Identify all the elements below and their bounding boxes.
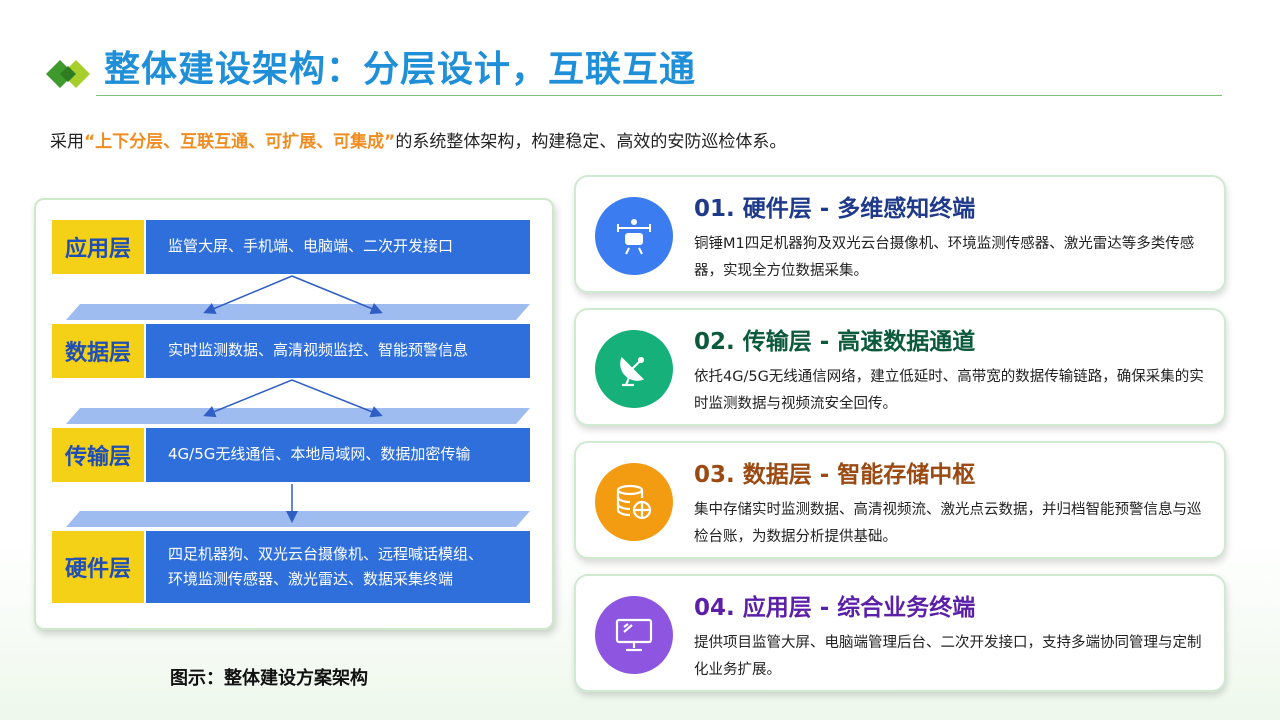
card-icon-circle (595, 197, 673, 275)
card-transport-layer: 02. 传输层 - 高速数据通道 依托4G/5G无线通信网络，建立低延时、高带宽… (574, 308, 1226, 426)
card-desc: 集中存储实时监测数据、高清视频流、激光点云数据，并归档智能预警信息与巡检台账，为… (694, 502, 1202, 545)
card-data-layer: 03. 数据层 - 智能存储中枢 集中存储实时监测数据、高清视频流、激光点云数据… (574, 441, 1226, 559)
card-title: 03. 数据层 - 智能存储中枢 (694, 462, 976, 488)
layer-desc: 监管大屏、手机端、电脑端、二次开发接口 (168, 237, 454, 256)
intro-text: 采用“上下分层、互联互通、可扩展、可集成”的系统整体架构，构建稳定、高效的安防巡… (50, 127, 786, 152)
layer-bar-hardware: 四足机器狗、双光云台摄像机、远程喊话模组、 环境监测传感器、激光雷达、数据采集终… (146, 531, 530, 603)
card-hardware-layer: 01. 硬件层 - 多维感知终端 铜锤M1四足机器狗及双光云台摄像机、环境监测传… (574, 175, 1226, 293)
layer-bar-transport: 4G/5G无线通信、本地局域网、数据加密传输 (146, 428, 530, 482)
page-title: 整体建设架构：分层设计，互联互通 (104, 49, 697, 90)
layer-name-transport: 传输层 (52, 428, 144, 482)
card-icon-circle (595, 463, 673, 541)
diagram-caption: 图示：整体建设方案架构 (170, 668, 368, 689)
layer-desc: 环境监测传感器、激光雷达、数据采集终端 (168, 570, 454, 588)
intro-prefix: 采用 (50, 132, 84, 152)
intro-highlight: “上下分层、互联互通、可扩展、可集成” (84, 132, 396, 152)
layer-name-application: 应用层 (52, 220, 144, 274)
monitor-icon (615, 618, 653, 652)
intro-suffix: 的系统整体架构，构建稳定、高效的安防巡检体系。 (395, 132, 787, 152)
card-desc: 依托4G/5G无线通信网络，建立低延时、高带宽的数据传输链路，确保采集的实时监测… (694, 369, 1204, 412)
sensor-icon (617, 219, 651, 255)
diamond-logo-icon (46, 60, 90, 88)
satellite-dish-icon (620, 356, 645, 387)
card-application-layer: 04. 应用层 - 综合业务终端 提供项目监管大屏、电脑端管理后台、二次开发接口… (574, 574, 1226, 692)
layer-bar-data: 实时监测数据、高清视频监控、智能预警信息 (146, 324, 530, 378)
layer-desc: 实时监测数据、高清视频监控、智能预警信息 (168, 341, 469, 360)
architecture-diagram: 应用层 监管大屏、手机端、电脑端、二次开发接口 数据层 实时监测数据、高清视频监… (34, 198, 554, 630)
database-icon (616, 484, 652, 520)
layer-desc: 四足机器狗、双光云台摄像机、远程喊话模组、 (168, 544, 484, 563)
card-desc: 铜锤M1四足机器狗及双光云台摄像机、环境监测传感器、激光雷达等多类传感器，实现全… (694, 236, 1195, 279)
card-title: 01. 硬件层 - 多维感知终端 (694, 196, 976, 222)
card-title: 04. 应用层 - 综合业务终端 (694, 595, 976, 621)
layer-name-hardware: 硬件层 (52, 531, 144, 603)
layer-desc: 4G/5G无线通信、本地局域网、数据加密传输 (168, 445, 471, 464)
card-title: 02. 传输层 - 高速数据通道 (694, 329, 976, 355)
card-icon-circle (595, 596, 673, 674)
title-divider (96, 95, 1222, 96)
layer-bar-application: 监管大屏、手机端、电脑端、二次开发接口 (146, 220, 530, 274)
card-icon-circle (595, 330, 673, 408)
card-desc: 提供项目监管大屏、电脑端管理后台、二次开发接口，支持多端协同管理与定制化业务扩展… (694, 635, 1202, 678)
layer-name-data: 数据层 (52, 324, 144, 378)
